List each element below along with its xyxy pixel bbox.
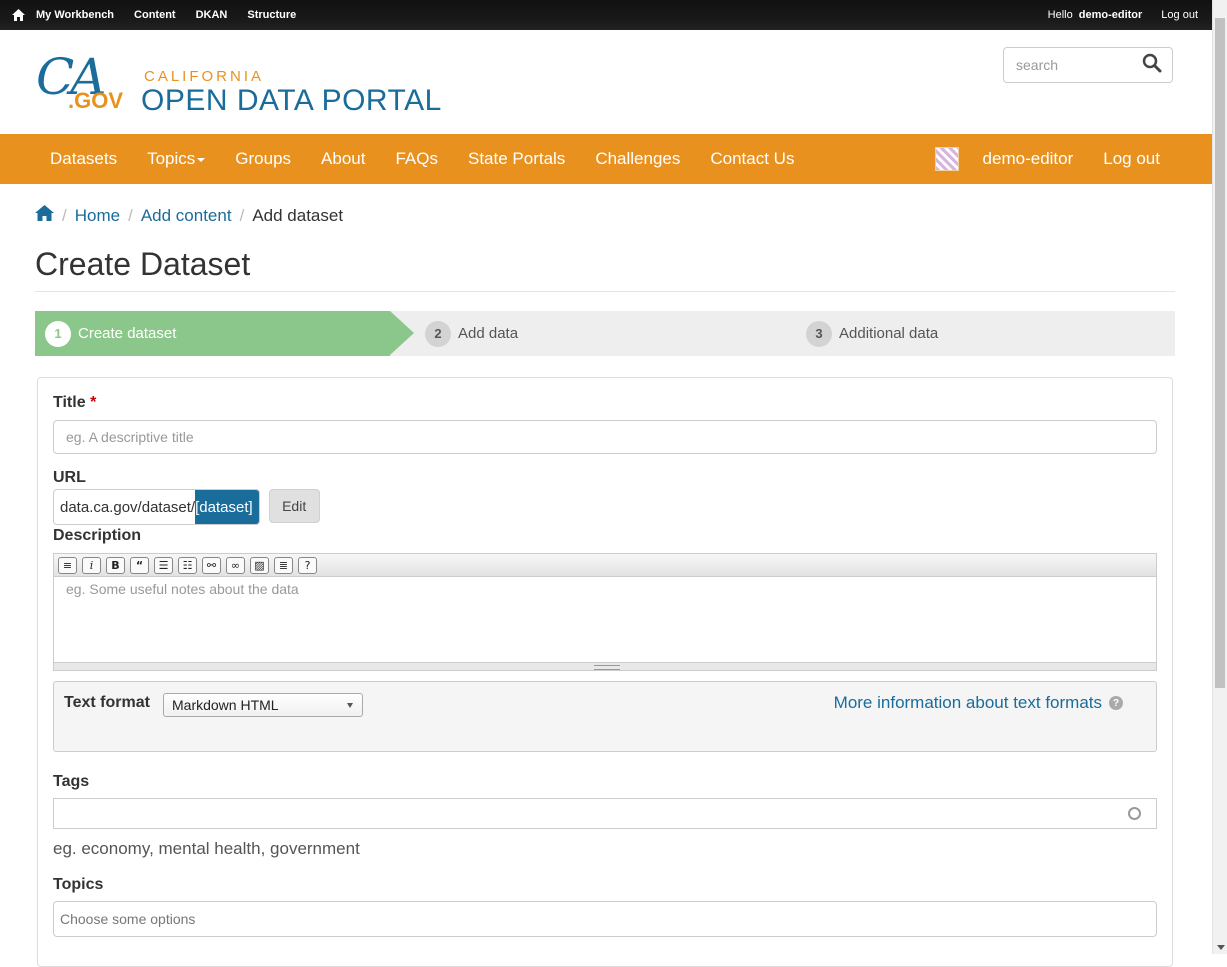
url-edit-button[interactable]: Edit [268, 489, 320, 523]
admin-structure-link[interactable]: Structure [247, 9, 296, 21]
url-label: URL [53, 469, 86, 486]
title-label: Title * [53, 394, 96, 412]
tags-input[interactable] [53, 798, 1157, 829]
step-add-data[interactable]: 2 Add data [425, 311, 518, 356]
step-number: 3 [806, 320, 832, 347]
text-format-select[interactable]: Markdown HTML [163, 693, 363, 717]
breadcrumb-add-content[interactable]: Add content [141, 206, 232, 226]
nav-user-area: demo-editor Log out [934, 147, 1212, 171]
admin-user-area: Hello demo-editor Log out [1042, 9, 1212, 21]
url-slug: [dataset] [195, 490, 259, 524]
title-input[interactable] [53, 420, 1157, 454]
breadcrumb-home[interactable]: Home [75, 206, 120, 226]
url-group: data.ca.gov/dataset/ [dataset] Edit [53, 489, 320, 525]
required-marker: * [90, 394, 97, 411]
description-label: Description [53, 527, 142, 544]
logo-gov-mark: .GOV [68, 88, 124, 113]
user-avatar[interactable] [934, 147, 959, 171]
site-logo[interactable]: CA .GOV CALIFORNIA OPEN DATA PORTAL [36, 48, 456, 120]
title-divider [35, 291, 1175, 292]
nav-contact-us[interactable]: Contact Us [695, 149, 809, 169]
step-additional-data[interactable]: 3 Additional data [806, 311, 938, 356]
editor-toolbar: ≡ i B “ ☰ ☷ ⚯ ∞ ▨ ≣ ? [54, 554, 1156, 577]
step-active-arrow [390, 311, 414, 355]
wizard-steps: 1 Create dataset 2 Add data 3 Additional… [35, 311, 1175, 356]
description-textarea[interactable] [54, 577, 1156, 663]
step-label: Add data [458, 325, 519, 342]
topics-label: Topics [53, 876, 104, 893]
nav-groups[interactable]: Groups [220, 149, 306, 169]
nav-about[interactable]: About [306, 149, 380, 169]
text-format-value: Markdown HTML [172, 697, 279, 713]
admin-logout-link[interactable]: Log out [1161, 9, 1198, 21]
step-create-dataset[interactable]: 1 Create dataset [35, 311, 390, 356]
site-header: CA .GOV CALIFORNIA OPEN DATA PORTAL [0, 30, 1212, 134]
logo-california-text: CALIFORNIA [144, 68, 265, 85]
step-number: 2 [425, 320, 451, 347]
search-box [1003, 47, 1173, 83]
logo-portal-text: OPEN DATA PORTAL [141, 84, 442, 117]
breadcrumb-home-icon[interactable] [35, 205, 54, 226]
question-icon: ? [1109, 696, 1123, 710]
topics-input[interactable] [53, 901, 1157, 937]
breadcrumb-separator: / [128, 205, 133, 225]
link-icon[interactable]: ⚯ [202, 556, 221, 574]
nav-datasets[interactable]: Datasets [0, 149, 132, 169]
admin-toolbar: My Workbench Content DKAN Structure Hell… [0, 0, 1212, 30]
help-icon[interactable]: ? [298, 556, 317, 574]
dropdown-arrow-icon [347, 703, 353, 708]
scroll-down-arrow-icon[interactable] [1217, 945, 1225, 950]
search-input[interactable] [1004, 56, 1134, 74]
scrollbar-thumb[interactable] [1215, 18, 1225, 688]
step-label: Create dataset [78, 325, 177, 342]
breadcrumb-current: Add dataset [252, 205, 344, 225]
step-label: Additional data [839, 325, 939, 342]
unordered-list-icon[interactable]: ☷ [178, 556, 197, 574]
text-format-panel: Text format Markdown HTML More informati… [53, 681, 1157, 752]
italic-icon[interactable]: i [82, 556, 101, 574]
url-field[interactable]: data.ca.gov/dataset/ [dataset] [53, 489, 260, 525]
url-prefix: data.ca.gov/dataset/ [60, 498, 196, 516]
text-format-label: Text format [64, 694, 150, 711]
image-icon[interactable]: ▨ [250, 556, 269, 574]
nav-state-portals[interactable]: State Portals [453, 149, 580, 169]
nav-logout-link[interactable]: Log out [1103, 149, 1160, 169]
title-label-text: Title [53, 394, 86, 411]
blockquote-icon[interactable]: “ [130, 556, 149, 574]
main-navigation: Datasets Topics Groups About FAQs State … [0, 134, 1212, 184]
tags-label: Tags [53, 773, 90, 790]
text-format-help-link[interactable]: More information about text formats [834, 693, 1102, 713]
nav-faqs[interactable]: FAQs [380, 149, 453, 169]
align-icon[interactable]: ≣ [274, 556, 293, 574]
breadcrumb-separator: / [239, 205, 245, 225]
caret-down-icon [197, 157, 206, 162]
admin-hello-text: Hello [1047, 9, 1073, 21]
step-number: 1 [45, 320, 71, 347]
bold-icon[interactable]: B [106, 556, 125, 574]
dataset-form: Title * URL data.ca.gov/dataset/ [datase… [37, 377, 1173, 967]
admin-my-workbench-link[interactable]: My Workbench [36, 9, 114, 21]
page-title: Create Dataset [35, 246, 251, 282]
admin-dkan-link[interactable]: DKAN [196, 9, 228, 21]
paragraph-icon[interactable]: ≡ [58, 556, 77, 574]
description-editor: ≡ i B “ ☰ ☷ ⚯ ∞ ▨ ≣ ? [53, 553, 1157, 671]
nav-challenges[interactable]: Challenges [580, 149, 695, 169]
resize-grip[interactable] [54, 662, 1156, 670]
search-icon[interactable] [1142, 53, 1162, 78]
admin-content-link[interactable]: Content [134, 9, 176, 21]
nav-topics-label: Topics [147, 149, 196, 168]
nav-username-link[interactable]: demo-editor [983, 149, 1074, 169]
unlink-icon[interactable]: ∞ [226, 556, 245, 574]
loading-spinner-icon [1128, 807, 1141, 820]
ordered-list-icon[interactable]: ☰ [154, 556, 173, 574]
breadcrumb: / Home / Add content / Add dataset [35, 205, 343, 226]
admin-username-link[interactable]: demo-editor [1079, 9, 1143, 21]
page-scrollbar[interactable] [1212, 0, 1227, 954]
home-icon[interactable] [0, 9, 36, 21]
tags-help-text: eg. economy, mental health, government [53, 839, 360, 858]
nav-topics[interactable]: Topics [132, 149, 220, 169]
breadcrumb-separator: / [62, 205, 67, 225]
